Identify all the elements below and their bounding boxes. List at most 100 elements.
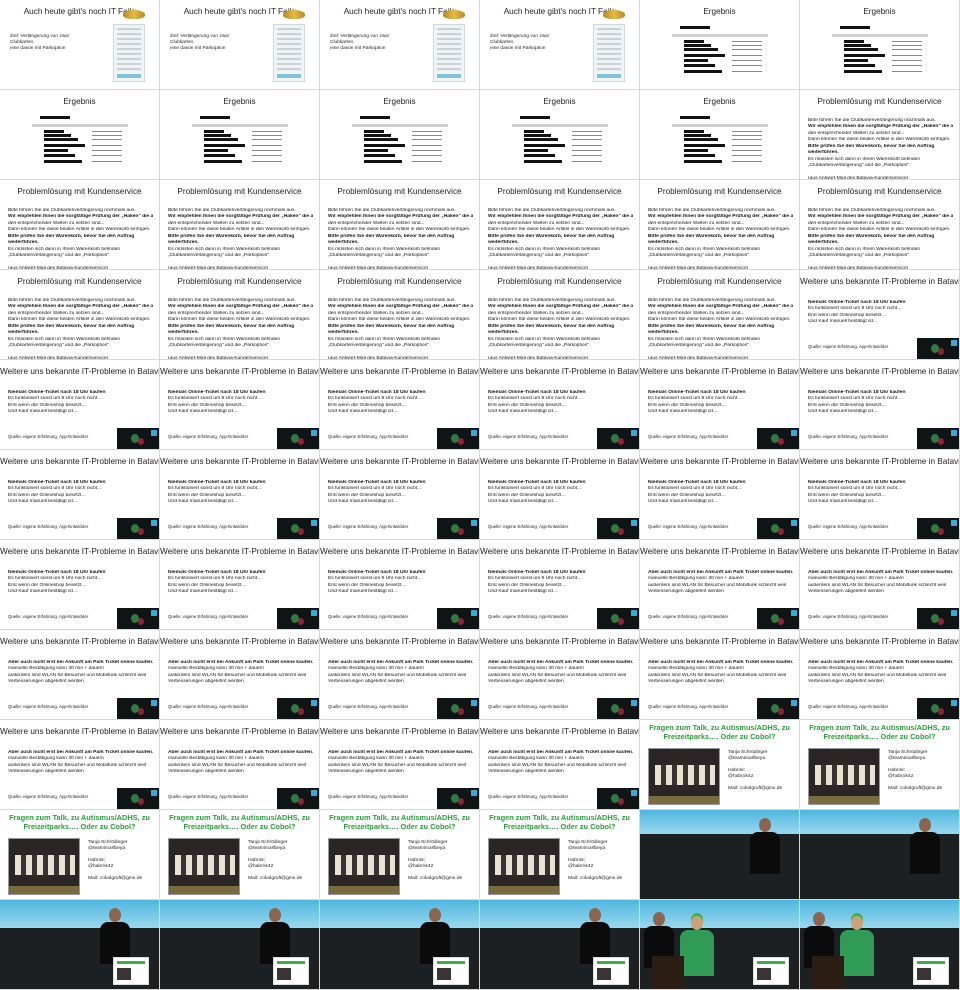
body-line: Wir empfehlen Ihnen die sorgfältige Prüf… [8,214,153,220]
slide-thumbnail[interactable]: Weitere uns bekannte IT-Probleme in Bata… [0,450,160,540]
slide-thumbnail[interactable]: Problemlösung mit Kundenservice Bitte füh… [480,270,640,360]
slide-body: Niemals Online-Ticket nach 18 Uhr kaufen… [808,300,953,326]
body-line: Dann können Sie diese beiden Artikel in … [808,227,951,233]
slide-thumbnail[interactable]: Problemlösung mit Kundenservice Bitte füh… [0,180,160,270]
slide-thumbnail[interactable]: Auch heute gibt's noch IT Fails Ziel: Ver… [480,0,640,90]
body-line: Dann können Sie diese beiden Artikel in … [328,317,471,323]
slide-thumbnail[interactable]: Weitere uns bekannte IT-Probleme in Bata… [640,450,800,540]
slide-thumbnail[interactable]: Ergebnis [640,0,800,90]
slide-thumbnail[interactable]: Weitere uns bekannte IT-Probleme in Bata… [320,720,480,810]
slide-note: Ziel: Verlängerung von zwei Clubkarten, e… [170,34,250,53]
slide-thumbnail[interactable]: Weitere uns bekannte IT-Probleme in Bata… [800,630,960,720]
slide-thumbnail[interactable]: Weitere uns bekannte IT-Probleme in Bata… [480,360,640,450]
slide-thumbnail[interactable] [0,900,160,990]
form-line [437,63,461,65]
slide-thumbnail[interactable] [800,900,960,990]
table-line [732,65,762,66]
table-line [732,71,762,72]
slide-thumbnail[interactable]: Ergebnis [800,0,960,90]
body-line: Wir empfehlen Ihnen die sorgfältige Prüf… [328,214,473,220]
slide-thumbnail[interactable]: Fragen zum Talk, zu Autismus/ADHS, zu Fr… [320,810,480,900]
slide-thumbnail[interactable]: Weitere uns bekannte IT-Probleme in Bata… [0,720,160,810]
slide-thumbnail[interactable]: Ergebnis [640,90,800,180]
slide-thumbnail[interactable]: Weitere uns bekannte IT-Probleme in Bata… [640,360,800,450]
source-line: Quelle: eigene Erfahrung, App-Entwickler [168,434,249,439]
slide-thumbnail[interactable]: Problemlösung mit Kundenservice Bitte füh… [640,180,800,270]
form-button [277,74,301,78]
slide-thumbnail[interactable] [480,900,640,990]
source-line: Quelle: eigene Erfahrung, App-Entwickler [808,614,889,619]
slide-body: Niemals Online-Ticket nach 18 Uhr kaufen… [8,480,153,506]
podium [812,956,844,989]
source-line: Quelle: eigene Erfahrung, App-Entwickler [8,524,89,529]
slide-thumbnail[interactable]: Problemlösung mit Kundenservice Bitte füh… [800,90,960,180]
form-line [597,33,621,35]
body-line: Verbesserungen abgelehnt werden [648,679,724,685]
slide-body: Aber auch nicht erst bei Ankunft am Park… [168,750,313,776]
slide-thumbnail[interactable]: Weitere uns bekannte IT-Probleme in Bata… [800,270,960,360]
slide-thumbnail[interactable] [800,810,960,900]
redaction-bar [204,134,231,137]
slide-thumbnail[interactable]: Weitere uns bekannte IT-Probleme in Bata… [480,450,640,540]
slide-thumbnail[interactable]: Problemlösung mit Kundenservice Bitte füh… [160,270,320,360]
slide-thumbnail[interactable]: Weitere uns bekannte IT-Probleme in Bata… [800,360,960,450]
slide-thumbnail[interactable]: Fragen zum Talk, zu Autismus/ADHS, zu Fr… [800,720,960,810]
note-line: eine davon mit Parkoption [170,46,226,52]
slide-body: Aber auch nicht erst bei Ankunft am Park… [8,660,153,686]
speaker-video-thumbnail [117,698,159,719]
slide-thumbnail[interactable]: Weitere uns bekannte IT-Probleme in Bata… [0,540,160,630]
slide-thumbnail[interactable]: Weitere uns bekannte IT-Probleme in Bata… [480,630,640,720]
slide-thumbnail[interactable]: Fragen zum Talk, zu Autismus/ADHS, zu Fr… [640,720,800,810]
source-line: Quelle: eigene Erfahrung, App-Entwickler [168,704,249,709]
body-line: Verbesserungen abgelehnt werden [328,679,404,685]
slide-thumbnail[interactable]: Ergebnis [0,90,160,180]
slide-thumbnail[interactable]: Weitere uns bekannte IT-Probleme in Bata… [640,540,800,630]
slide-thumbnail[interactable]: Auch heute gibt's noch IT Fails Ziel: Ver… [0,0,160,90]
slide-thumbnail[interactable]: Weitere uns bekannte IT-Probleme in Bata… [320,450,480,540]
slide-thumbnail[interactable]: Ergebnis [480,90,640,180]
speaker-figure [420,908,450,964]
slide-thumbnail[interactable]: Weitere uns bekannte IT-Probleme in Bata… [160,360,320,450]
slide-thumbnail[interactable]: Weitere uns bekannte IT-Probleme in Bata… [320,540,480,630]
slide-thumbnail[interactable]: Weitere uns bekannte IT-Probleme in Bata… [640,630,800,720]
body-line: Dann können Sie diese beiden Artikel in … [328,227,471,233]
slide-thumbnail[interactable] [640,900,800,990]
slide-thumbnail[interactable]: Fragen zum Talk, zu Autismus/ADHS, zu Fr… [160,810,320,900]
redaction-bar [844,59,868,62]
slide-thumbnail[interactable]: Ergebnis [320,90,480,180]
slide-thumbnail[interactable] [320,900,480,990]
table-header-bar [672,124,768,127]
slide-body: Niemals Online-Ticket nach 18 Uhr kaufen… [168,480,313,506]
slide-thumbnail[interactable]: Problemlösung mit Kundenservice Bitte füh… [800,180,960,270]
slide-thumbnail[interactable]: Weitere uns bekannte IT-Probleme in Bata… [0,360,160,450]
slide-thumbnail[interactable]: Weitere uns bekannte IT-Probleme in Bata… [160,720,320,810]
form-line [117,63,141,65]
slide-thumbnail[interactable]: Weitere uns bekannte IT-Probleme in Bata… [0,630,160,720]
table-line [732,49,762,50]
slide-thumbnail[interactable] [640,810,800,900]
slide-thumbnail[interactable]: Weitere uns bekannte IT-Probleme in Bata… [160,450,320,540]
slide-thumbnail[interactable] [160,900,320,990]
slide-thumbnail[interactable]: Weitere uns bekannte IT-Probleme in Bata… [320,630,480,720]
slide-thumbnail[interactable]: Problemlösung mit Kundenservice Bitte füh… [160,180,320,270]
slide-thumbnail[interactable]: Weitere uns bekannte IT-Probleme in Bata… [320,360,480,450]
slide-thumbnail[interactable]: Fragen zum Talk, zu Autismus/ADHS, zu Fr… [0,810,160,900]
slide-thumbnail[interactable]: Weitere uns bekannte IT-Probleme in Bata… [160,540,320,630]
slide-thumbnail[interactable]: Problemlösung mit Kundenservice Bitte füh… [640,270,800,360]
slide-thumbnail[interactable]: Weitere uns bekannte IT-Probleme in Bata… [800,450,960,540]
slide-thumbnail[interactable]: Weitere uns bekannte IT-Probleme in Bata… [480,540,640,630]
slide-thumbnail[interactable]: Ergebnis [160,90,320,180]
slide-thumbnail[interactable]: Problemlösung mit Kundenservice Bitte füh… [320,180,480,270]
slide-thumbnail[interactable]: Auch heute gibt's noch IT Fails Ziel: Ver… [160,0,320,90]
slide-thumbnail[interactable]: Weitere uns bekannte IT-Probleme in Bata… [160,630,320,720]
slide-title: Problemlösung mit Kundenservice [817,187,942,196]
slide-thumbnail[interactable]: Problemlösung mit Kundenservice Bitte füh… [480,180,640,270]
slide-thumbnail[interactable]: Problemlösung mit Kundenservice Bitte füh… [320,270,480,360]
slide-thumbnail[interactable]: Auch heute gibt's noch IT Fails Ziel: Ver… [320,0,480,90]
slide-thumbnail[interactable]: Weitere uns bekannte IT-Probleme in Bata… [480,720,640,810]
slide-thumbnail[interactable]: Fragen zum Talk, zu Autismus/ADHS, zu Fr… [480,810,640,900]
slide-thumbnail[interactable]: Weitere uns bekannte IT-Probleme in Bata… [800,540,960,630]
slide-thumbnail[interactable]: Problemlösung mit Kundenservice Bitte füh… [0,270,160,360]
order-document-image [192,114,288,170]
redaction-bar [524,154,555,157]
